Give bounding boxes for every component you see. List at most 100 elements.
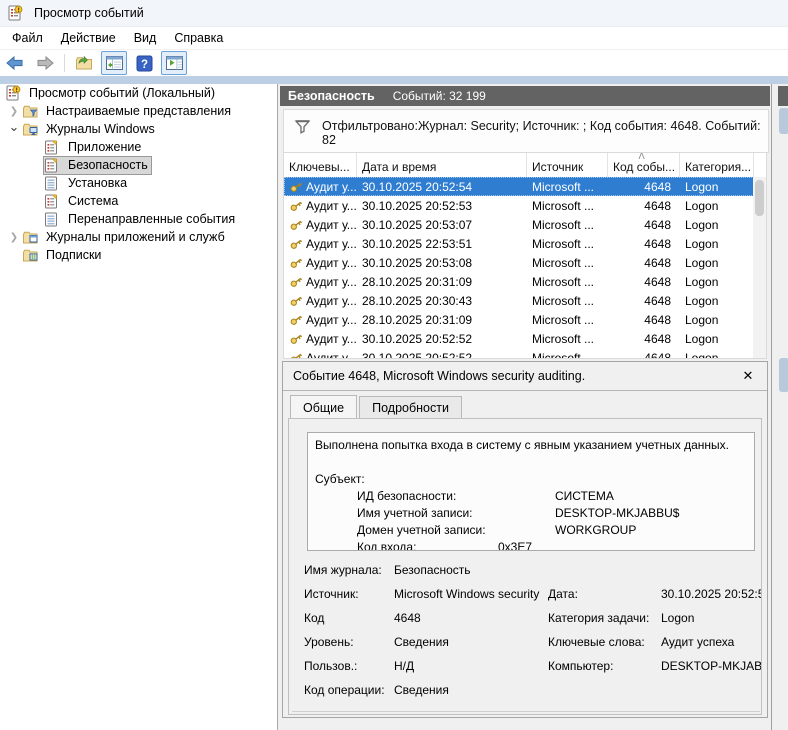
log-event-icon: [44, 140, 61, 155]
menu-item-справка[interactable]: Справка: [165, 28, 232, 48]
tree-item-9[interactable]: Подписки: [0, 246, 277, 264]
prop-value: WORKGROUP: [555, 522, 636, 539]
event-row-0[interactable]: Аудит у...30.10.2025 20:52:54Microsoft .…: [284, 177, 754, 196]
content-top-strip: [0, 76, 788, 84]
event-row-3[interactable]: Аудит у...30.10.2025 22:53:51Microsoft .…: [284, 234, 754, 253]
event-row-8[interactable]: Аудит у...30.10.2025 20:52:52Microsoft .…: [284, 329, 754, 348]
column-header-2[interactable]: Источник: [527, 153, 608, 177]
cell-category: Logon: [680, 256, 754, 270]
tree-item-1[interactable]: ❯ Настраиваемые представления: [0, 102, 277, 120]
field-value: 4648: [394, 611, 421, 625]
event-row-7[interactable]: Аудит у...28.10.2025 20:31:09Microsoft .…: [284, 310, 754, 329]
keywords-text: Аудит у...: [306, 332, 357, 346]
event-row-6[interactable]: Аудит у...28.10.2025 20:30:43Microsoft .…: [284, 291, 754, 310]
cell-datetime: 30.10.2025 20:53:08: [357, 256, 527, 270]
field-row-0: Имя журнала:Безопасность: [289, 559, 761, 583]
tree-item-3[interactable]: Приложение: [0, 138, 277, 156]
tree-item-7[interactable]: Перенаправленные события: [0, 210, 277, 228]
cell-source: Microsoft ...: [527, 351, 608, 359]
folder-subs-icon: [22, 248, 39, 263]
field-label-2: Ключевые слова:: [548, 635, 645, 649]
cell-source: Microsoft ...: [527, 332, 608, 346]
scrollbar-thumb[interactable]: [755, 180, 764, 216]
cell-keywords: Аудит у...: [284, 237, 357, 251]
event-description-box[interactable]: Выполнена попытка входа в систему с явны…: [307, 432, 755, 551]
menu-item-действие[interactable]: Действие: [52, 28, 125, 48]
app-icon: [7, 6, 24, 21]
keywords-text: Аудит у...: [306, 237, 357, 251]
tree-item-body[interactable]: Приложение: [44, 139, 144, 156]
chevron-right-icon[interactable]: ❯: [6, 232, 22, 243]
menu-item-файл[interactable]: Файл: [3, 28, 52, 48]
column-header-1[interactable]: Дата и время: [357, 153, 527, 177]
event-row-4[interactable]: Аудит у...30.10.2025 20:53:08Microsoft .…: [284, 253, 754, 272]
tree-item-body[interactable]: Установка: [44, 175, 130, 192]
tree-item-body[interactable]: Подписки: [22, 247, 104, 264]
tree-item-6[interactable]: Система: [0, 192, 277, 210]
keywords-text: Аудит у...: [306, 218, 357, 232]
event-row-9[interactable]: Аудит у...30.10.2025 20:52:52Microsoft .…: [284, 348, 754, 358]
eventvwr-icon: [5, 86, 22, 101]
tab-general[interactable]: Общие: [290, 395, 357, 418]
tab-details[interactable]: Подробности: [359, 396, 462, 419]
toggle-action-pane-button[interactable]: [161, 51, 187, 75]
export-custom-view-button[interactable]: [71, 51, 97, 75]
tree-item-body[interactable]: Журналы Windows: [22, 121, 158, 138]
tree-item-body[interactable]: Просмотр событий (Локальный): [5, 85, 218, 102]
cell-event-id: 4648: [608, 351, 680, 359]
tree-item-2[interactable]: ⌄Журналы Windows: [0, 120, 277, 138]
actions-pane-scroll-top[interactable]: [779, 108, 788, 134]
tree-item-body[interactable]: Безопасность: [44, 157, 151, 174]
back-button[interactable]: [2, 51, 28, 75]
tree-item-label: Установка: [65, 175, 130, 191]
filter-icon: [294, 118, 311, 135]
tree-item-body[interactable]: Система: [44, 193, 121, 210]
arrow-left-icon: [5, 55, 25, 71]
event-list-scrollbar[interactable]: [753, 177, 766, 358]
svg-text:?: ?: [140, 59, 147, 71]
event-list-rows: Аудит у...30.10.2025 20:52:54Microsoft .…: [284, 177, 754, 358]
tree-item-label: Просмотр событий (Локальный): [26, 85, 218, 101]
help-button[interactable]: ?: [131, 51, 157, 75]
chevron-down-icon[interactable]: ⌄: [6, 119, 22, 135]
tree-item-body[interactable]: Настраиваемые представления: [22, 103, 234, 120]
cell-source: Microsoft ...: [527, 199, 608, 213]
menu-item-вид[interactable]: Вид: [125, 28, 166, 48]
field-label: Код: [304, 611, 324, 625]
prop-label: Домен учетной записи:: [357, 522, 486, 539]
field-label: Код операции:: [304, 683, 385, 697]
prop-value: 0x3E7: [498, 539, 532, 551]
event-row-5[interactable]: Аудит у...28.10.2025 20:31:09Microsoft .…: [284, 272, 754, 291]
cell-category: Logon: [680, 218, 754, 232]
field-value-2: Аудит успеха: [661, 635, 734, 649]
toggle-console-tree-button[interactable]: [101, 51, 127, 75]
cell-keywords: Аудит у...: [284, 351, 357, 359]
chevron-right-icon[interactable]: ❯: [6, 106, 22, 117]
audit-success-key-icon: [289, 294, 304, 307]
cell-source: Microsoft ...: [527, 218, 608, 232]
tree-item-body[interactable]: Перенаправленные события: [44, 211, 238, 228]
cell-keywords: Аудит у...: [284, 199, 357, 213]
field-row-4: Пользов.:Н/ДКомпьютер:DESKTOP-MKJABBU$: [289, 655, 761, 679]
tree-item-5[interactable]: Установка: [0, 174, 277, 192]
cell-event-id: 4648: [608, 180, 680, 194]
column-header-4[interactable]: Категория...: [680, 153, 754, 177]
menu-bar: ФайлДействиеВидСправка: [0, 27, 788, 50]
cell-datetime: 30.10.2025 20:52:53: [357, 199, 527, 213]
event-row-2[interactable]: Аудит у...30.10.2025 20:53:07Microsoft .…: [284, 215, 754, 234]
close-icon[interactable]: ✕: [739, 367, 757, 385]
keywords-text: Аудит у...: [306, 275, 357, 289]
tree-item-8[interactable]: ❯Журналы приложений и служб: [0, 228, 277, 246]
event-row-1[interactable]: Аудит у...30.10.2025 20:52:53Microsoft .…: [284, 196, 754, 215]
toolbar: ?: [0, 50, 788, 76]
column-header-3[interactable]: Код собы...ᐱ: [608, 153, 680, 177]
column-header-label: Код собы...: [613, 160, 675, 174]
tree-item-body[interactable]: Журналы приложений и служб: [22, 229, 228, 246]
forward-button[interactable]: [32, 51, 58, 75]
actions-pane-scroll-thumb[interactable]: [779, 358, 788, 392]
tree-item-0[interactable]: Просмотр событий (Локальный): [0, 84, 277, 102]
tree-item-4[interactable]: Безопасность: [0, 156, 277, 174]
field-row-5: Код операции:Сведения: [289, 679, 761, 703]
column-header-0[interactable]: Ключевы...: [284, 153, 357, 177]
tree-item-label: Настраиваемые представления: [43, 103, 234, 119]
